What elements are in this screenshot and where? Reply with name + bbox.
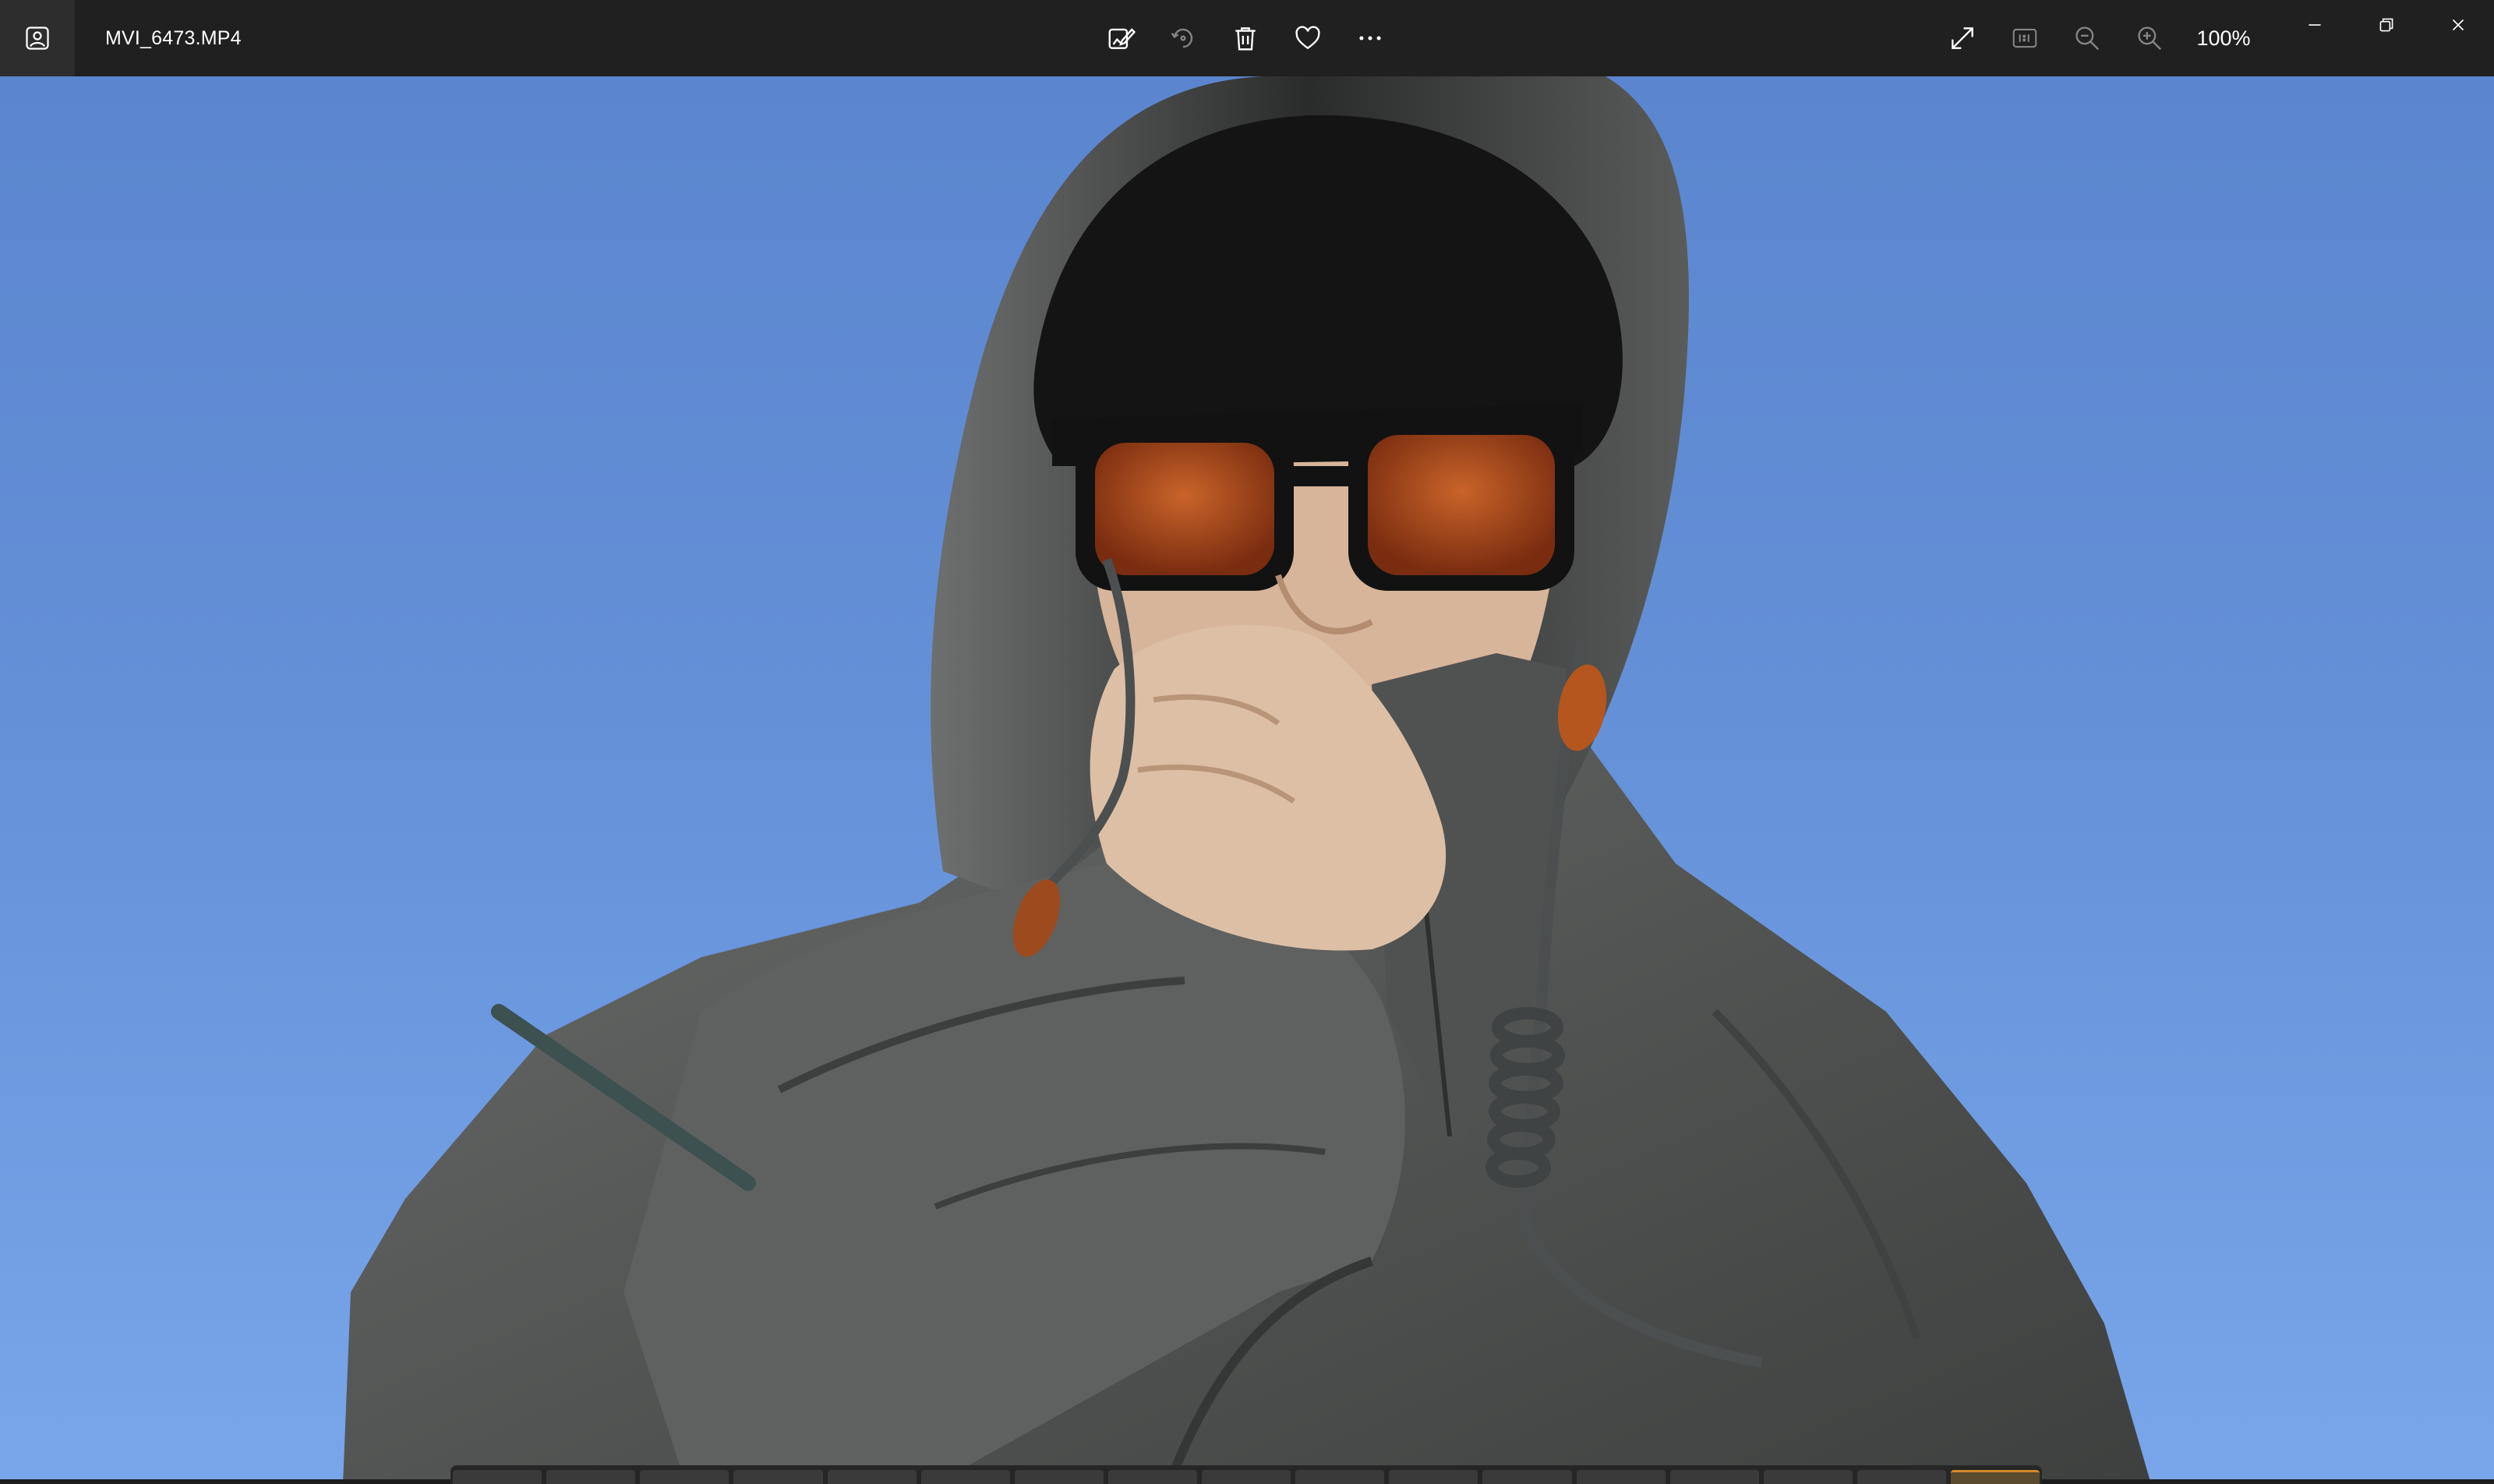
file-name: MVI_6473.MP4 (105, 27, 242, 49)
close-icon (2452, 19, 2464, 31)
zoom-out-icon (2075, 26, 2100, 51)
zoom-out-button[interactable] (2056, 0, 2118, 76)
filmstrip-thumbnail[interactable] (1202, 1470, 1291, 1484)
filmstrip-thumbnail[interactable] (1107, 1470, 1197, 1484)
restore-icon (2379, 18, 2393, 32)
filmstrip-thumbnail[interactable] (1295, 1470, 1385, 1484)
restore-button[interactable] (2351, 0, 2422, 50)
filmstrip-thumbnail[interactable] (546, 1470, 636, 1484)
photo-person-in-hooded-jacket (343, 76, 2150, 1479)
more-options-icon (1359, 36, 1381, 41)
title-bar: MVI_6473.MP4 100% (0, 0, 2494, 76)
image-viewer[interactable] (0, 76, 2494, 1479)
app-icon-button[interactable] (0, 0, 75, 76)
filmstrip-thumbnail[interactable] (1482, 1470, 1572, 1484)
window-controls (2279, 0, 2494, 55)
filmstrip-thumbnail[interactable] (1014, 1470, 1104, 1484)
close-button[interactable] (2422, 0, 2494, 50)
fullscreen-button[interactable] (1931, 0, 1994, 76)
delete-icon (1235, 27, 1256, 51)
filmstrip-thumbnail[interactable] (1669, 1470, 1759, 1484)
filmstrip-thumbnail[interactable] (1389, 1470, 1478, 1484)
filmstrip-thumbnail[interactable] (1763, 1470, 1853, 1484)
favorite-heart-icon (1295, 26, 1320, 50)
favorite-button[interactable] (1277, 0, 1339, 76)
rotate-icon (1171, 28, 1193, 48)
center-toolbar (1090, 0, 1401, 76)
fullscreen-icon (1952, 27, 1973, 49)
filmstrip-thumbnail[interactable] (733, 1470, 823, 1484)
filmstrip-thumbnail[interactable] (1576, 1470, 1666, 1484)
more-options-button[interactable] (1339, 0, 1401, 76)
edit-image-button[interactable] (1090, 0, 1152, 76)
minimize-icon (2309, 24, 2321, 26)
filmstrip-thumbnail-active[interactable] (1951, 1470, 2040, 1484)
zoom-level[interactable]: 100% (2181, 0, 2266, 76)
filmstrip-thumbnail[interactable] (1856, 1470, 1946, 1484)
filmstrip-thumbnail[interactable] (827, 1470, 917, 1484)
zoom-in-icon (2138, 26, 2162, 51)
actual-size-icon (2012, 28, 2037, 48)
filmstrip-thumbnail[interactable] (640, 1470, 729, 1484)
zoom-in-button[interactable] (2118, 0, 2181, 76)
delete-button[interactable] (1214, 0, 1277, 76)
filmstrip-thumbnail[interactable] (453, 1470, 542, 1484)
photos-app-icon (26, 26, 49, 50)
edit-image-icon (1108, 28, 1136, 49)
actual-size-button[interactable] (1994, 0, 2056, 76)
right-toolbar: 100% (1931, 0, 2266, 76)
filmstrip-thumbnail[interactable] (920, 1470, 1010, 1484)
minimize-button[interactable] (2279, 0, 2351, 50)
rotate-button[interactable] (1152, 0, 1214, 76)
filmstrip[interactable] (450, 1465, 2042, 1484)
